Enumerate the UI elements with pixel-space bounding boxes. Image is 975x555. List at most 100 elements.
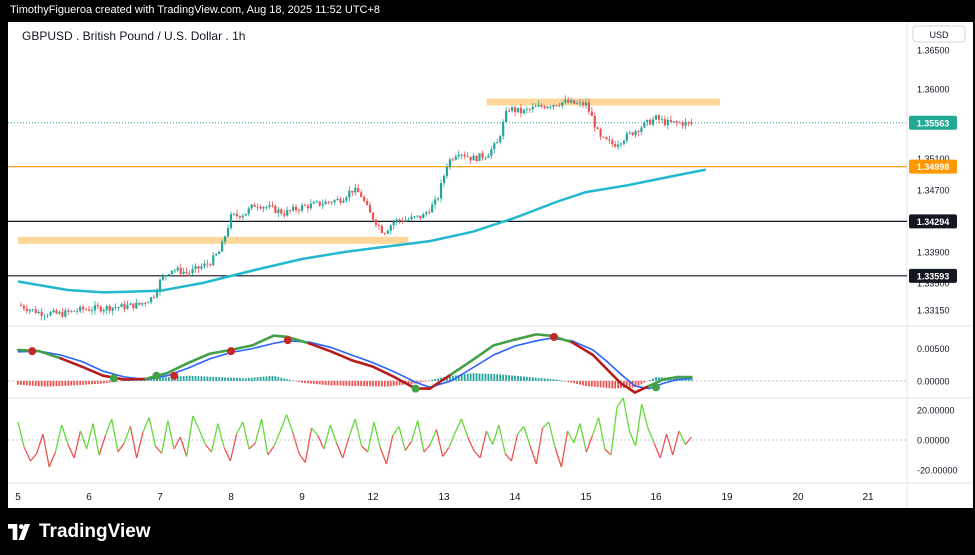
candle-up — [660, 119, 664, 120]
price-axis-tick: 1.33150 — [917, 306, 950, 316]
histogram-bar-negative — [357, 380, 360, 387]
histogram-bar-negative — [312, 380, 315, 384]
candle-down — [209, 264, 212, 266]
histogram-bar-negative — [309, 380, 312, 384]
candle-up — [549, 106, 552, 108]
candle-up — [218, 251, 221, 255]
candle-up — [395, 219, 398, 222]
histogram-bar-positive — [431, 379, 434, 381]
histogram-bar-positive — [259, 376, 262, 381]
histogram-bar-negative — [330, 380, 333, 386]
histogram-bar-positive — [233, 377, 235, 381]
candle-up — [300, 205, 304, 211]
histogram-bar-negative — [573, 380, 576, 384]
histogram-bar-positive — [165, 377, 167, 381]
histogram-bar-positive — [463, 374, 466, 381]
candle-down — [543, 106, 546, 109]
candle-up — [570, 100, 573, 103]
histogram-bar-negative — [117, 380, 120, 382]
time-axis-tick: 7 — [157, 492, 163, 503]
candle-up — [336, 198, 339, 201]
candle-down — [144, 302, 147, 304]
histogram-bar-positive — [655, 376, 657, 381]
candle-up — [46, 315, 49, 317]
chart-canvas[interactable]: GBPUSD . British Pound / U.S. Dollar . 1… — [0, 0, 975, 555]
tradingview-brand[interactable]: TradingView — [8, 518, 151, 546]
histogram-bar-positive — [238, 378, 241, 381]
candle-up — [117, 307, 120, 308]
histogram-bar-negative — [611, 380, 614, 389]
oscillator-fast-line — [123, 377, 148, 381]
histogram-bar-positive — [236, 377, 238, 381]
histogram-bar-positive — [247, 377, 250, 381]
histogram-bar-negative — [105, 380, 108, 383]
candle-up — [640, 127, 643, 132]
histogram-bar-negative — [608, 380, 611, 389]
candle-down — [605, 137, 608, 140]
histogram-bar-negative — [28, 380, 31, 386]
histogram-bar-positive — [256, 377, 259, 381]
histogram-bar-positive — [546, 378, 549, 381]
histogram-bar-negative — [425, 380, 428, 382]
candle-down — [87, 309, 91, 311]
histogram-bar-positive — [517, 375, 519, 381]
candle-up — [345, 197, 348, 201]
candle-up — [552, 104, 555, 107]
histogram-bar-negative — [88, 380, 90, 385]
zone-1 — [18, 236, 409, 244]
candle-down — [108, 305, 111, 311]
histogram-bar-negative — [564, 380, 567, 382]
candle-down — [99, 306, 102, 312]
candle-up — [448, 159, 452, 168]
price-badge-label: 1.33593 — [917, 271, 950, 281]
price-badge-label: 1.34998 — [917, 162, 950, 172]
histogram-bar-positive — [283, 378, 286, 381]
candle-up — [315, 201, 318, 203]
candle-up — [58, 312, 61, 314]
histogram-bar-positive — [434, 379, 437, 381]
candle-up — [203, 263, 206, 267]
histogram-bar-negative — [378, 380, 380, 387]
histogram-bar-positive — [496, 374, 499, 381]
candle-down — [419, 215, 422, 219]
histogram-bar-positive — [182, 376, 185, 381]
histogram-bar-negative — [327, 380, 330, 386]
candle-down — [55, 310, 58, 314]
candle-up — [472, 155, 475, 161]
candle-down — [383, 232, 386, 234]
histogram-bar-positive — [197, 376, 200, 381]
histogram-bar-positive — [502, 374, 505, 381]
histogram-bar-positive — [528, 377, 531, 381]
candle-up — [436, 198, 440, 200]
candle-up — [666, 119, 669, 126]
candle-up — [277, 209, 280, 213]
candle-up — [348, 190, 351, 198]
histogram-bar-positive — [508, 375, 510, 381]
candle-up — [79, 306, 82, 312]
candle-up — [232, 213, 236, 215]
candle-down — [25, 308, 28, 311]
histogram-bar-negative — [52, 380, 55, 387]
histogram-bar-negative — [582, 380, 584, 386]
cross-down-marker — [28, 347, 37, 356]
candle-down — [567, 99, 570, 103]
candle-up — [625, 133, 628, 141]
candle-down — [138, 302, 141, 305]
histogram-bar-negative — [614, 380, 617, 389]
histogram-bar-negative — [96, 380, 99, 384]
candle-up — [425, 212, 428, 215]
candle-up — [265, 206, 268, 208]
candle-down — [283, 213, 286, 216]
candle-down — [132, 303, 135, 309]
candle-up — [460, 154, 463, 156]
candle-down — [84, 309, 88, 311]
histogram-bar-negative — [43, 380, 46, 387]
candle-up — [490, 149, 493, 156]
candle-down — [365, 201, 369, 206]
histogram-bar-negative — [55, 380, 58, 387]
candle-up — [173, 270, 176, 272]
candle-down — [271, 205, 274, 207]
histogram-bar-positive — [522, 376, 525, 381]
candle-down — [318, 201, 321, 206]
histogram-bar-negative — [599, 380, 602, 388]
